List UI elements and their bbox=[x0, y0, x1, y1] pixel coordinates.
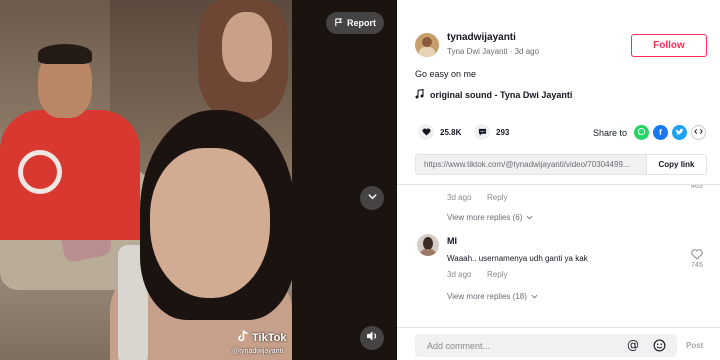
comment-like-button[interactable]: 745 bbox=[691, 249, 703, 269]
embed-share-button[interactable] bbox=[691, 125, 706, 140]
sound-link[interactable]: original sound - Tyna Dwi Jayanti bbox=[415, 88, 573, 101]
prev-comment-like[interactable]: 463 bbox=[691, 185, 703, 190]
author-display-name: Tyna Dwi Jayanti bbox=[447, 47, 508, 56]
prev-comment-reply-button[interactable]: Reply bbox=[487, 193, 507, 202]
view-more-replies[interactable]: View more replies (18) bbox=[447, 292, 538, 301]
music-note-icon bbox=[415, 88, 424, 101]
watermark-username: @tynadwijayanti bbox=[232, 348, 284, 355]
tiktok-watermark: TikTok bbox=[238, 330, 286, 345]
video-frame bbox=[0, 0, 292, 360]
volume-icon bbox=[366, 329, 378, 347]
whatsapp-share-button[interactable] bbox=[634, 125, 649, 140]
comment-icon bbox=[474, 124, 490, 140]
author-avatar[interactable] bbox=[415, 33, 439, 57]
facebook-icon: f bbox=[659, 128, 662, 137]
embed-icon bbox=[694, 128, 703, 137]
comment-avatar[interactable] bbox=[417, 234, 439, 256]
heart-icon bbox=[418, 124, 434, 140]
comment-reply-button[interactable]: Reply bbox=[487, 270, 507, 279]
chevron-down-icon bbox=[526, 213, 533, 222]
tiktok-video-page: Report TikTok @tynadwijayanti tynadwijay… bbox=[0, 0, 720, 360]
comment-text: Waaah.. usernamenya udh ganti ya kak bbox=[447, 254, 588, 263]
video-player[interactable]: Report TikTok @tynadwijayanti bbox=[0, 0, 397, 360]
comment-input-placeholder: Add comment... bbox=[427, 341, 491, 351]
copy-link-button[interactable]: Copy link bbox=[646, 155, 706, 174]
mention-icon[interactable]: @ bbox=[625, 337, 641, 353]
author-username[interactable]: tynadwijayanti bbox=[447, 32, 516, 43]
tiktok-logo-icon bbox=[238, 330, 249, 345]
chevron-down-icon bbox=[367, 189, 378, 207]
sound-title: original sound - Tyna Dwi Jayanti bbox=[430, 90, 573, 100]
report-label: Report bbox=[347, 18, 376, 28]
comment-stat[interactable]: 293 bbox=[474, 124, 509, 140]
comment-count: 293 bbox=[496, 127, 510, 137]
follow-button[interactable]: Follow bbox=[631, 34, 707, 57]
volume-button[interactable] bbox=[360, 326, 384, 350]
whatsapp-icon bbox=[637, 127, 646, 138]
twitter-icon bbox=[675, 128, 684, 138]
share-link-box: https://www.tiktok.com/@tynadwijayanti/v… bbox=[415, 154, 707, 175]
facebook-share-button[interactable]: f bbox=[653, 125, 668, 140]
prev-comment-like-count: 463 bbox=[691, 185, 703, 190]
report-button[interactable]: Report bbox=[326, 12, 384, 34]
details-panel: tynadwijayanti Tyna Dwi Jayanti · 3d ago… bbox=[397, 0, 720, 360]
prev-comment-time: 3d ago bbox=[447, 193, 472, 202]
comment-composer: Add comment... @ Post bbox=[397, 327, 720, 360]
comment-author[interactable]: MI bbox=[447, 236, 457, 246]
twitter-share-button[interactable] bbox=[672, 125, 687, 140]
comment-like-count: 745 bbox=[691, 262, 703, 269]
chevron-down-icon bbox=[531, 292, 538, 301]
next-video-button[interactable] bbox=[360, 186, 384, 210]
share-link-url[interactable]: https://www.tiktok.com/@tynadwijayanti/v… bbox=[424, 160, 646, 169]
comment-list[interactable]: 463 3d ago Reply View more replies (6) M… bbox=[397, 185, 720, 327]
emoji-icon[interactable] bbox=[651, 337, 667, 353]
post-comment-button[interactable]: Post bbox=[686, 341, 703, 350]
post-time: 3d ago bbox=[514, 47, 540, 56]
watermark-brand: TikTok bbox=[252, 331, 287, 344]
like-count: 25.8K bbox=[440, 127, 462, 137]
comment-time: 3d ago bbox=[447, 270, 472, 279]
like-stat[interactable]: 25.8K bbox=[418, 124, 461, 140]
flag-icon bbox=[334, 17, 343, 29]
video-caption: Go easy on me bbox=[415, 69, 477, 79]
share-label: Share to bbox=[593, 128, 628, 138]
comment-input[interactable]: Add comment... @ bbox=[415, 334, 677, 357]
heart-outline-icon bbox=[691, 249, 703, 262]
prev-view-more-replies[interactable]: View more replies (6) bbox=[447, 213, 533, 222]
author-subline: Tyna Dwi Jayanti · 3d ago bbox=[447, 47, 540, 56]
